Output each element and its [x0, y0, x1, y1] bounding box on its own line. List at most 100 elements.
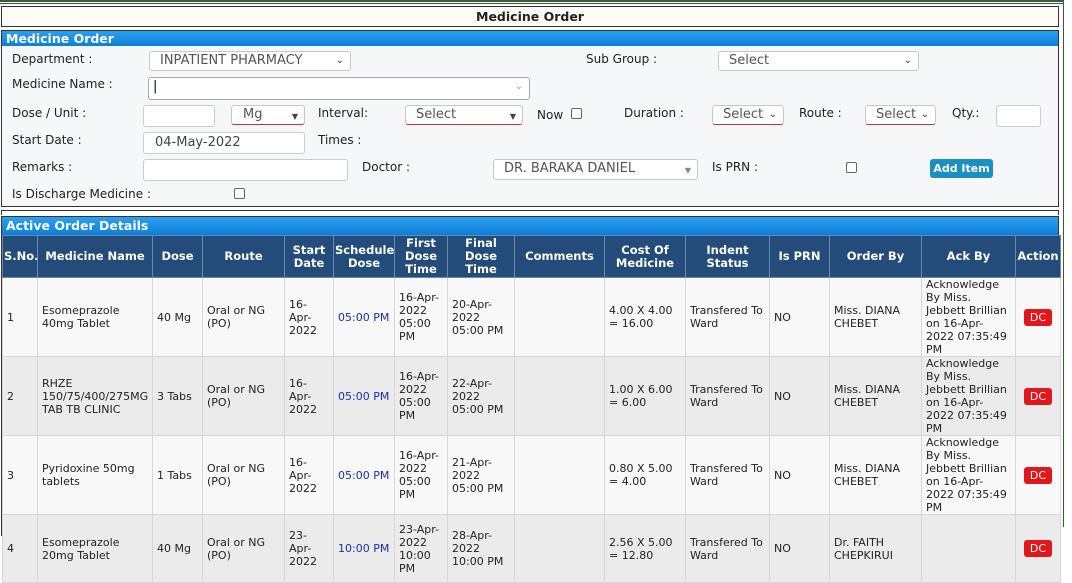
cell-start: 23-Apr-2022 [284, 514, 334, 583]
doctor-select[interactable]: DR. BARAKA DANIEL ▼ [493, 159, 698, 180]
department-label: Department : [12, 52, 93, 66]
cell-comments [514, 277, 605, 357]
cell-start: 16-Apr-2022 [284, 356, 334, 436]
cell-name: Esomeprazole 20mg Tablet [37, 514, 153, 583]
chevron-down-icon: ⌄ [768, 109, 777, 120]
route-value: Select [876, 107, 917, 122]
cell-start: 16-Apr-2022 [284, 277, 334, 357]
unit-value: Mg [243, 107, 263, 122]
cell-dose: 1 Tabs [152, 435, 203, 515]
cell-comments [514, 356, 605, 436]
table-row: 3 Pyridoxine 50mg tablets 1 Tabs Oral or NG… [2, 435, 1061, 515]
cell-final: 21-Apr-2022 05:00 PM [447, 435, 515, 515]
orders-header: Active Order Details [2, 217, 1058, 235]
now-checkbox[interactable] [571, 108, 582, 119]
column-header: Schedule Dose [333, 235, 395, 278]
times-label: Times : [318, 133, 362, 147]
cell-sno: 4 [2, 514, 38, 583]
column-header: Route [202, 235, 285, 278]
table-row: 1 Esomeprazole 40mg Tablet 40 Mg Oral or NG… [2, 277, 1061, 357]
route-label: Route : [799, 106, 842, 120]
remarks-input[interactable] [143, 159, 348, 181]
cell-sno: 1 [2, 277, 38, 357]
column-header: Medicine Name [37, 235, 153, 278]
cell-schedule: 10:00 PM [333, 514, 395, 583]
discharge-checkbox[interactable] [234, 188, 245, 199]
cell-action: DC [1015, 356, 1061, 436]
caret-down-icon: ▼ [291, 112, 298, 121]
column-header: First Dose Time [394, 235, 448, 278]
active-orders-panel: Active Order Details S.No. Medicine Name D… [1, 216, 1061, 583]
column-header: Ack By [921, 235, 1016, 278]
column-header: Start Date [284, 235, 334, 278]
cell-route: Oral or NG (PO) [202, 435, 285, 515]
discharge-label: Is Discharge Medicine : [12, 187, 151, 201]
cell-sno: 3 [2, 435, 38, 515]
cell-schedule: 05:00 PM [333, 277, 395, 357]
cell-order-by: Miss. DIANA CHEBET [829, 435, 922, 515]
cell-status: Transfered To Ward [685, 435, 770, 515]
start-date-label: Start Date : [12, 133, 82, 147]
cell-ack-by: Acknowledge By Miss. Jebbett Brillian on… [921, 356, 1016, 436]
cell-status: Transfered To Ward [685, 514, 770, 583]
dc-button[interactable]: DC [1023, 466, 1053, 484]
cell-order-by: Miss. DIANA CHEBET [829, 277, 922, 357]
duration-label: Duration : [624, 106, 684, 120]
cell-status: Transfered To Ward [685, 277, 770, 357]
caret-down-icon: ▼ [509, 112, 516, 121]
dc-button[interactable]: DC [1023, 387, 1053, 405]
column-header: Comments [514, 235, 605, 278]
chevron-down-icon: ⌄ [514, 81, 523, 92]
cell-final: 22-Apr-2022 05:00 PM [447, 356, 515, 436]
cell-action: DC [1015, 514, 1061, 583]
cell-prn: NO [769, 356, 830, 436]
doctor-label: Doctor : [362, 160, 411, 174]
cell-prn: NO [769, 514, 830, 583]
dose-input[interactable] [143, 105, 215, 127]
add-item-button[interactable]: Add Item [930, 159, 993, 178]
caret-down-icon: ▼ [684, 166, 691, 175]
unit-select[interactable]: Mg ▼ [231, 105, 305, 125]
orders-table: S.No. Medicine Name Dose Route Start Date Sch… [2, 235, 1061, 583]
column-header: S.No. [2, 235, 39, 278]
doctor-value: DR. BARAKA DANIEL [504, 161, 636, 176]
subgroup-value: Select [729, 53, 770, 68]
interval-value: Select [416, 107, 457, 122]
interval-select[interactable]: Select ▼ [405, 105, 523, 125]
duration-select[interactable]: Select ⌄ [712, 105, 784, 125]
cell-name: Esomeprazole 40mg Tablet [37, 277, 153, 357]
medicine-name-input[interactable]: | ⌄ [148, 77, 530, 100]
prn-label: Is PRN : [712, 160, 759, 174]
medicine-name-value: | [153, 79, 158, 94]
medicine-name-label: Medicine Name : [12, 77, 113, 91]
subgroup-select[interactable]: Select ⌄ [718, 51, 919, 71]
page-title: Medicine Order [1, 6, 1059, 27]
cell-prn: NO [769, 277, 830, 357]
dc-button[interactable]: DC [1023, 540, 1053, 557]
scrollbar[interactable] [1063, 0, 1072, 527]
chevron-down-icon: ⌄ [920, 109, 929, 120]
cell-comments [514, 514, 605, 583]
cell-route: Oral or NG (PO) [202, 356, 285, 436]
duration-value: Select [723, 107, 764, 122]
cell-route: Oral or NG (PO) [202, 277, 285, 357]
route-select[interactable]: Select ⌄ [865, 105, 936, 125]
cell-first: 16-Apr-2022 05:00 PM [394, 356, 448, 436]
cell-first: 16-Apr-2022 05:00 PM [394, 277, 448, 357]
divider [1, 210, 1059, 215]
column-header: Action [1015, 235, 1061, 278]
start-date-input[interactable]: 04-May-2022 [143, 132, 305, 154]
cell-action: DC [1015, 277, 1061, 357]
chevron-down-icon: ⌄ [903, 55, 912, 66]
cell-dose: 40 Mg [152, 514, 203, 583]
cell-ack-by [921, 514, 1016, 583]
table-row: 2 RHZE 150/75/400/275MG TAB TB CLINIC 3 Ta… [2, 356, 1061, 436]
department-select[interactable]: INPATIENT PHARMACY ⌄ [149, 51, 351, 71]
dose-unit-label: Dose / Unit : [12, 106, 87, 120]
cell-ack-by: Acknowledge By Miss. Jebbett Brillian on… [921, 435, 1016, 515]
cell-final: 20-Apr-2022 05:00 PM [447, 277, 515, 357]
prn-checkbox[interactable] [846, 162, 857, 173]
qty-input[interactable] [996, 105, 1041, 127]
dc-button[interactable]: DC [1023, 308, 1053, 326]
column-header: Cost Of Medicine [604, 235, 686, 278]
